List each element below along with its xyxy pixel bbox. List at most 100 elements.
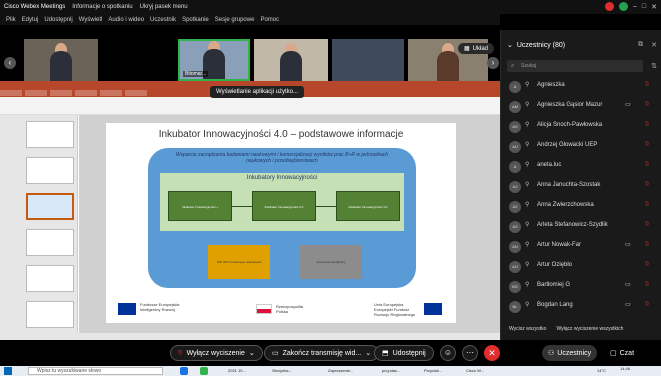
- ribbon-tab[interactable]: [25, 90, 47, 96]
- mic-icon: ⚲: [525, 122, 530, 128]
- close-icon[interactable]: ✕: [651, 3, 657, 11]
- layout-button[interactable]: ▦ Układ: [457, 43, 494, 54]
- chat-button[interactable]: ▢ Czat: [610, 345, 634, 361]
- weather-label[interactable]: 14°C: [597, 368, 606, 373]
- menu-share[interactable]: Udostępnij: [44, 17, 72, 23]
- clock[interactable]: 14:46: [620, 366, 630, 371]
- next-video-icon[interactable]: ›: [487, 57, 499, 69]
- slide-thumbnail[interactable]: [26, 229, 74, 256]
- mic-muted-icon[interactable]: ⦸: [645, 121, 649, 128]
- avatar: AS: [509, 221, 521, 233]
- windows-start-icon[interactable]: [4, 367, 12, 375]
- ribbon-tab[interactable]: [50, 90, 72, 96]
- meeting-info-link[interactable]: Informacje o spotkaniu: [72, 4, 132, 10]
- ribbon-tab[interactable]: [0, 90, 22, 96]
- participant-row[interactable]: AN ⚲ Artur Nowak-Far ▭ ⦸: [501, 237, 661, 257]
- ribbon-tab[interactable]: [100, 90, 122, 96]
- connection-icon[interactable]: [618, 2, 628, 11]
- close-panel-icon[interactable]: ✕: [651, 41, 657, 49]
- unmute-button[interactable]: ⦸ Wyłącz wyciszenie ⌄: [170, 345, 263, 361]
- taskbar-search-input[interactable]: Wpisz tu wyszukiwane słowo: [28, 367, 163, 375]
- rp-label: Rzeczpospolita Polska: [276, 304, 304, 314]
- menu-participant[interactable]: Uczestnik: [150, 17, 176, 23]
- participant-row[interactable]: AZ ⚲ Anna Zwierzchowska ⦸: [501, 197, 661, 217]
- participant-search-input[interactable]: ⌕ Szukaj: [507, 60, 643, 72]
- mic-muted-icon[interactable]: ⦸: [645, 161, 649, 168]
- taskbar-app-label[interactable]: 2021 10...: [228, 368, 246, 373]
- app-icon[interactable]: [200, 367, 208, 375]
- participant-row[interactable]: A ⚲ aneta.luc ⦸: [501, 157, 661, 177]
- leave-meeting-icon[interactable]: ✕: [484, 345, 500, 361]
- menu-help[interactable]: Pomoc: [260, 17, 279, 23]
- ribbon-tab[interactable]: [125, 90, 147, 96]
- economy-box: ekonomia współpracy: [300, 245, 362, 279]
- stop-video-button[interactable]: ▭ Zakończ transmisję wid... ⌄: [264, 345, 380, 361]
- menu-breakout[interactable]: Sesje grupowe: [215, 17, 255, 23]
- chevron-down-icon[interactable]: ⌄: [249, 349, 255, 357]
- participant-row[interactable]: AO ⚲ Artur Oziębło ⦸: [501, 257, 661, 277]
- layout-icon: ▦: [463, 46, 470, 52]
- participant-row[interactable]: BG ⚲ Bartłomiej G ▭ ⦸: [501, 277, 661, 297]
- more-options-icon[interactable]: ⋯: [462, 345, 478, 361]
- slide-thumbnail[interactable]: [26, 157, 74, 184]
- slide-thumbnail[interactable]: [26, 301, 74, 328]
- menu-edit[interactable]: Edytuj: [22, 17, 39, 23]
- mic-muted-icon[interactable]: ⦸: [645, 201, 649, 208]
- recording-icon[interactable]: [604, 2, 614, 11]
- mic-muted-icon[interactable]: ⦸: [645, 101, 649, 108]
- participants-button[interactable]: ⚇ Uczestnicy: [542, 345, 598, 361]
- eu-flag: [424, 303, 442, 315]
- share-button[interactable]: ⬒ Udostępnij: [374, 345, 434, 361]
- menu-view[interactable]: Wyświetl: [79, 17, 103, 23]
- menu-file[interactable]: Plik: [6, 17, 16, 23]
- minimize-icon[interactable]: –: [633, 3, 637, 10]
- chevron-down-icon[interactable]: ⌄: [365, 349, 371, 357]
- mic-muted-icon[interactable]: ⦸: [645, 181, 649, 188]
- slide-thumbnail[interactable]: [26, 121, 74, 148]
- app-icon[interactable]: [180, 367, 188, 375]
- taskbar-app-label[interactable]: Cisco W...: [466, 368, 484, 373]
- mic-muted-icon[interactable]: ⦸: [645, 221, 649, 228]
- chevron-down-icon[interactable]: ⌄: [507, 41, 513, 49]
- ribbon-tab[interactable]: [75, 90, 97, 96]
- participant-row[interactable]: AS ⚲ Arleta Stefanowicz-Szydlik ⦸: [501, 217, 661, 237]
- maximize-icon[interactable]: □: [642, 3, 646, 10]
- menu-meeting[interactable]: Spotkanie: [182, 17, 209, 23]
- mute-all-button[interactable]: Wycisz wszystko: [509, 326, 546, 332]
- mic-muted-icon[interactable]: ⦸: [645, 81, 649, 88]
- participant-name: Alicja Snoch-Pawłowska: [537, 122, 603, 128]
- mic-muted-icon[interactable]: ⦸: [645, 261, 649, 268]
- participant-name: Artur Oziębło: [537, 262, 573, 268]
- participant-row[interactable]: AU ⚲ Andrzej Głowacki UEP ⦸: [501, 137, 661, 157]
- video-tile[interactable]: [332, 39, 404, 81]
- participant-row[interactable]: AS ⚲ Alicja Snoch-Pawłowska ⦸: [501, 117, 661, 137]
- fe-logo: [118, 303, 136, 315]
- participant-row[interactable]: AM ⚲ Agnieszka Gąsior Mazur ▭ ⦸: [501, 97, 661, 117]
- participant-row[interactable]: A ⚲ Agnieszka ⦸: [501, 77, 661, 97]
- slide-thumbnail[interactable]: [26, 265, 74, 292]
- video-tile[interactable]: [254, 39, 328, 81]
- video-tile[interactable]: [24, 39, 98, 81]
- taskbar-app-label[interactable]: Przycisk...: [424, 368, 442, 373]
- active-speaker-tile[interactable]: Bitomar...: [178, 39, 250, 81]
- taskbar-app-label[interactable]: proj.stac...: [382, 368, 400, 373]
- taskbar-app-label[interactable]: Zaproszenie...: [328, 368, 353, 373]
- hide-menubar-link[interactable]: Ukryj pasek menu: [140, 4, 188, 10]
- mic-muted-icon[interactable]: ⦸: [645, 281, 649, 288]
- mic-icon: ⚲: [525, 142, 530, 148]
- participant-row[interactable]: AJ ⚲ Anna Januchta-Szostak ⦸: [501, 177, 661, 197]
- search-placeholder: Szukaj: [521, 63, 537, 69]
- reactions-icon[interactable]: ☺: [440, 345, 456, 361]
- slide-thumbnail-active[interactable]: [26, 193, 74, 220]
- menu-audio-video[interactable]: Audio i wideo: [108, 17, 144, 23]
- unmute-all-button[interactable]: Wyłącz wyciszenie wszystkich: [556, 326, 623, 332]
- mic-muted-icon[interactable]: ⦸: [645, 241, 649, 248]
- prev-video-icon[interactable]: ‹: [4, 57, 16, 69]
- panel-header[interactable]: ⌄ Uczestnicy (80): [507, 41, 565, 50]
- mic-muted-icon[interactable]: ⦸: [645, 301, 649, 308]
- mic-muted-icon[interactable]: ⦸: [645, 141, 649, 148]
- participant-row[interactable]: BL ⚲ Bogdan Lang ▭ ⦸: [501, 297, 661, 317]
- sort-icon[interactable]: ⇅: [651, 62, 657, 70]
- taskbar-app-label[interactable]: Skrzynka...: [272, 368, 292, 373]
- popout-icon[interactable]: ⧉: [638, 41, 643, 49]
